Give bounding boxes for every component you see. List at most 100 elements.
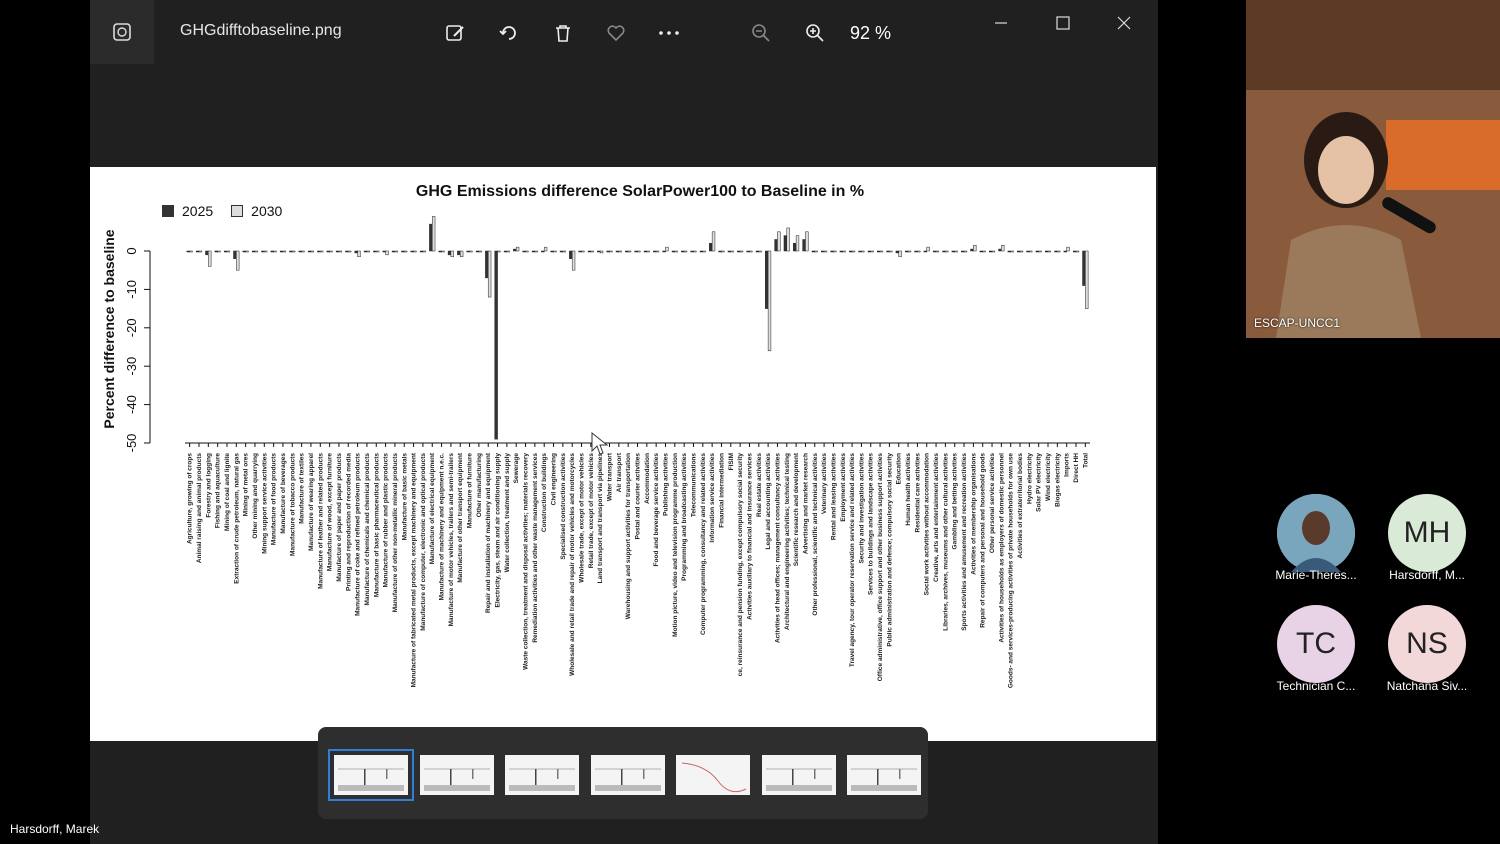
- x-tick-label: Manufacture of fabricated metal products…: [411, 452, 418, 687]
- bar-2025: [793, 243, 797, 252]
- more-icon[interactable]: [654, 18, 684, 48]
- x-tick-label: Libraries, archives, museums and other c…: [942, 453, 949, 631]
- speaker-video[interactable]: ESCAP-UNCC1: [1246, 0, 1500, 338]
- x-tick-label: Mining of coal and lignite: [224, 453, 231, 531]
- bar-2025: [699, 250, 704, 253]
- bar-2025: [223, 250, 228, 253]
- bar-2030: [404, 250, 408, 253]
- x-tick-label: Repair and installation of machinery and…: [485, 452, 492, 613]
- bar-2025: [886, 250, 890, 253]
- filmstrip-thumbnail[interactable]: [676, 755, 750, 795]
- zoom-out-icon[interactable]: [746, 18, 776, 48]
- bar-2025: [261, 250, 265, 253]
- favorite-icon[interactable]: [601, 18, 631, 48]
- filmstrip-thumbnail[interactable]: [847, 755, 921, 795]
- bar-2025: [354, 250, 358, 254]
- x-tick-label: Activities auxiliary to financial and in…: [746, 453, 753, 620]
- bar-2030: [450, 250, 454, 258]
- bar-2030: [786, 227, 790, 252]
- bar-2030: [842, 250, 846, 253]
- photos-app-icon[interactable]: [90, 0, 154, 64]
- filmstrip-thumbnail[interactable]: [419, 755, 494, 795]
- x-tick-label: Manufacture of basic pharmaceutical prod…: [373, 453, 380, 598]
- x-tick-label: Human health activities: [905, 453, 912, 526]
- bar-2030: [907, 250, 912, 253]
- bar-2025: [923, 250, 927, 253]
- bar-2030: [973, 244, 977, 252]
- participant-name: Technician C...: [1276, 679, 1356, 693]
- rotate-icon[interactable]: [494, 18, 524, 48]
- bar-2025: [522, 250, 526, 253]
- bar-2030: [730, 250, 734, 253]
- filmstrip-thumbnail[interactable]: [590, 755, 665, 795]
- bar-2025: [867, 250, 871, 253]
- x-tick-label: Manufacture of electrical equipment: [429, 452, 436, 564]
- x-tick-label: Scientific research and development: [793, 452, 800, 566]
- participant-name: Natchana Siv...: [1386, 679, 1468, 693]
- x-tick-label: Legal and accounting activities: [765, 453, 772, 550]
- filmstrip-thumbnail[interactable]: [761, 755, 836, 795]
- bar-2025: [503, 250, 508, 253]
- bar-2030: [609, 250, 613, 253]
- x-tick-label: Architectural and engineering activities…: [784, 453, 791, 630]
- close-icon[interactable]: [1109, 8, 1139, 38]
- x-tick-label: Mining support service activities: [261, 453, 268, 554]
- delete-icon[interactable]: [548, 18, 578, 48]
- x-tick-label: Publishing activities: [662, 453, 669, 516]
- bar-2025: [998, 248, 1002, 252]
- bar-2030: [777, 231, 781, 252]
- maximize-icon[interactable]: [1048, 8, 1078, 38]
- x-tick-label: FISIM: [728, 453, 735, 470]
- bar-2030: [935, 250, 940, 253]
- bar-2030: [1075, 250, 1080, 253]
- x-tick-label: Wholesale and retail trade and repair of…: [569, 453, 576, 676]
- bar-2030: [618, 250, 622, 253]
- bar-2025: [727, 250, 732, 253]
- bar-2025: [877, 250, 881, 253]
- bar-2025: [821, 250, 825, 253]
- participant-avatar[interactable]: MH: [1388, 494, 1466, 572]
- bar-2030: [1085, 250, 1089, 309]
- x-tick-label: Other personal service activities: [989, 453, 996, 553]
- edit-image-icon[interactable]: [440, 18, 470, 48]
- x-tick-label: Real estate activities: [756, 453, 763, 517]
- bar-2030: [963, 250, 968, 253]
- bar-2030: [254, 250, 259, 253]
- bar-2030: [1047, 250, 1052, 253]
- thumbnail-bar-preview: [851, 768, 917, 791]
- x-tick-label: Activities of households as employers of…: [998, 453, 1005, 643]
- bar-2025: [643, 250, 648, 253]
- zoom-in-icon[interactable]: [800, 18, 830, 48]
- x-tick-label: Hydro electricity: [1026, 453, 1033, 504]
- x-tick-label: Travel agency, tour operator reservation…: [849, 453, 856, 667]
- bar-2025: [447, 250, 452, 256]
- participant-avatar[interactable]: [1277, 494, 1355, 572]
- bar-2030: [553, 250, 557, 253]
- video-label: ESCAP-UNCC1: [1254, 316, 1341, 330]
- bar-2025: [942, 250, 946, 253]
- filmstrip-thumbnail[interactable]: [328, 749, 414, 801]
- thumbnail-bar-preview: [594, 768, 661, 791]
- participant-avatar[interactable]: NS: [1388, 605, 1466, 683]
- bar-2030: [1001, 244, 1005, 252]
- x-tick-label: Social work activities without accommoda…: [924, 453, 931, 595]
- bar-2025: [494, 250, 498, 440]
- minimize-icon[interactable]: [986, 8, 1016, 38]
- x-tick-label: Telecommunications: [690, 453, 697, 518]
- bar-2030: [366, 250, 370, 253]
- bar-2030: [376, 250, 380, 253]
- x-tick-label: Land transport and transport via pipelin…: [597, 453, 604, 584]
- bar-2025: [662, 250, 666, 253]
- bar-2025: [988, 250, 993, 253]
- bar-2030: [1029, 250, 1033, 253]
- bar-2025: [858, 250, 862, 253]
- bar-2030: [292, 250, 296, 253]
- bar-2025: [251, 250, 256, 253]
- bar-2030: [562, 250, 566, 253]
- filmstrip-thumbnail[interactable]: [505, 755, 579, 795]
- bar-2025: [1063, 250, 1067, 253]
- bar-2030: [571, 250, 576, 271]
- participant-avatar[interactable]: TC: [1277, 605, 1355, 683]
- bar-2030: [208, 250, 212, 267]
- x-tick-label: Wind electricity: [1045, 453, 1052, 501]
